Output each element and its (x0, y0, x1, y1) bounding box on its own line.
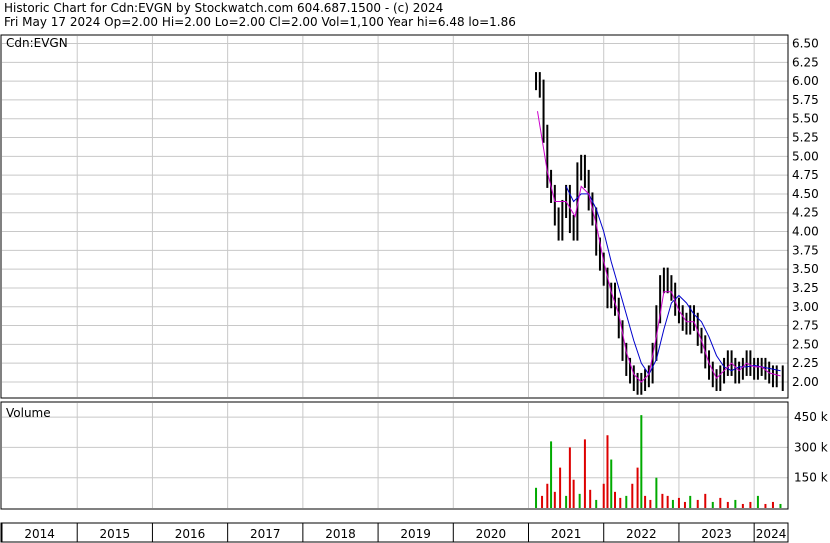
price-tick-label: 2.75 (792, 319, 819, 333)
volume-tick-label: 150 k (794, 471, 828, 485)
year-tick-label: 2017 (250, 527, 281, 541)
price-panel-label: Cdn:EVGN (6, 36, 68, 50)
long-moving-average-line (565, 186, 781, 376)
price-tick-label: 2.50 (792, 337, 819, 351)
year-tick-label: 2016 (175, 527, 206, 541)
year-tick-label: 2022 (626, 527, 657, 541)
year-tick-label: 2014 (24, 527, 55, 541)
price-axis-ticks: 6.50 6.25 6.00 5.75 5.50 5.25 5.00 4.75 4.50 4.25… (792, 37, 819, 389)
year-grid (76, 36, 755, 508)
volume-axis-ticks: 450 k 300 k 150 k (794, 410, 828, 485)
price-tick-label: 6.00 (792, 74, 819, 88)
year-tick-label: 2015 (100, 527, 131, 541)
price-tick-label: 5.25 (792, 131, 819, 145)
year-tick-label: 2020 (476, 527, 507, 541)
year-tick-label: 2024 (756, 527, 787, 541)
year-tick-label: 2021 (551, 527, 582, 541)
price-tick-label: 3.00 (792, 300, 819, 314)
volume-tick-label: 300 k (794, 440, 828, 454)
price-tick-label: 4.00 (792, 225, 819, 239)
price-tick-label: 2.25 (792, 356, 819, 370)
year-tick-label: 2023 (701, 527, 732, 541)
volume-tick-label: 450 k (794, 410, 828, 424)
year-axis-ticks: 2014 2015 2016 2017 2018 2019 2020 2021 2022 2023… (1, 523, 787, 542)
price-tick-label: 4.50 (792, 187, 819, 201)
price-tick-label: 6.50 (792, 37, 819, 51)
price-tick-label: 6.25 (792, 55, 819, 69)
price-tick-label: 5.50 (792, 112, 819, 126)
volume-grid (2, 416, 788, 479)
price-tick-label: 3.25 (792, 281, 819, 295)
price-tick-label: 2.00 (792, 375, 819, 389)
price-tick-label: 4.75 (792, 168, 819, 182)
price-tick-label: 5.00 (792, 149, 819, 163)
price-tick-label: 3.75 (792, 243, 819, 257)
year-tick-label: 2018 (325, 527, 356, 541)
volume-bars (535, 415, 782, 508)
volume-panel-label: Volume (6, 406, 51, 420)
volume-panel-frame (0, 401, 789, 510)
price-panel-frame (0, 34, 789, 399)
year-tick-label: 2019 (400, 527, 431, 541)
price-tick-label: 4.25 (792, 206, 819, 220)
stock-chart: Cdn:EVGN Volume 6.50 6.25 6.00 5.75 5.50 5.25… (0, 34, 828, 543)
price-tick-label: 3.50 (792, 262, 819, 276)
price-tick-label: 5.75 (792, 93, 819, 107)
short-moving-average-line (537, 111, 781, 383)
price-grid (2, 43, 788, 383)
